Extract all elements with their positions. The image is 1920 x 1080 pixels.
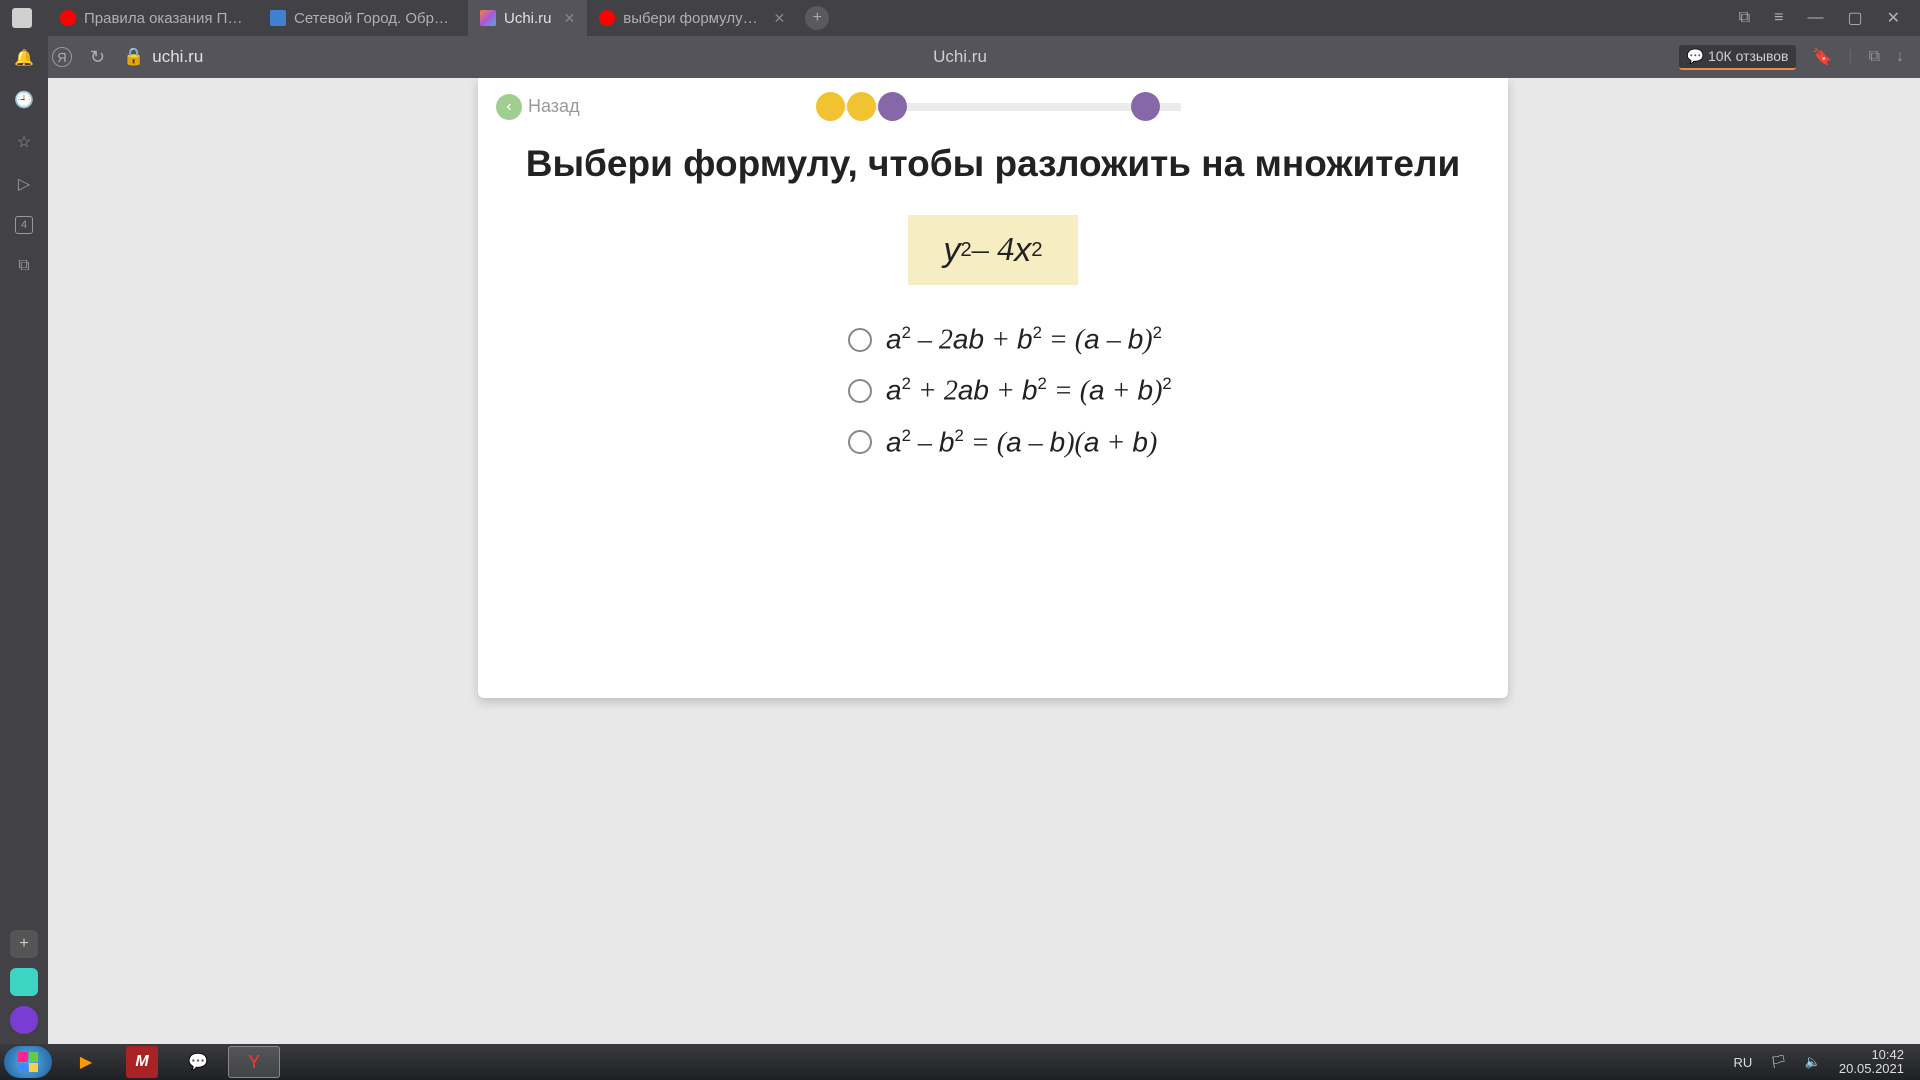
history-icon[interactable]: 🕘 bbox=[14, 90, 34, 110]
close-tab-icon[interactable]: ✕ bbox=[564, 10, 576, 27]
new-tab-button[interactable]: + bbox=[805, 6, 829, 30]
clock[interactable]: 10:42 20.05.2021 bbox=[1839, 1048, 1904, 1077]
extensions-icon[interactable]: ⧉ bbox=[1739, 9, 1750, 27]
taskbar: ▶ M 💬 Y RU 🏳 🔈 10:42 20.05.2021 bbox=[0, 1044, 1920, 1080]
close-tab-icon[interactable]: ✕ bbox=[774, 10, 786, 27]
back-button[interactable]: ‹ Назад bbox=[496, 94, 580, 120]
browser-sidebar: 🔔 🕘 ☆ ▷ 4 ⧉ + bbox=[0, 36, 48, 1052]
tab-2-active[interactable]: Uchi.ru ✕ bbox=[468, 0, 587, 36]
tab-strip: Правила оказания ПП. — Сетевой Город. Об… bbox=[0, 0, 1920, 36]
copy-icon[interactable]: ⧉ bbox=[14, 256, 34, 276]
favicon-icon bbox=[270, 10, 286, 26]
profile-icon[interactable] bbox=[12, 8, 32, 28]
system-tray: RU 🏳 🔈 10:42 20.05.2021 bbox=[1733, 1048, 1916, 1077]
chevron-left-icon: ‹ bbox=[496, 94, 522, 120]
url-box[interactable]: 🔒 uchi.ru bbox=[123, 47, 203, 67]
favicon-icon bbox=[599, 10, 615, 26]
option-label: a2 + 2ab + b2 = (a + b)2 bbox=[886, 374, 1172, 407]
option-label: a2 – 2ab + b2 = (a – b)2 bbox=[886, 323, 1162, 356]
start-button[interactable] bbox=[4, 1046, 52, 1078]
reviews-badge[interactable]: 💬 10К отзывов bbox=[1679, 45, 1797, 70]
downloads-icon[interactable]: ↓ bbox=[1896, 48, 1904, 66]
windows-logo-icon bbox=[18, 1052, 38, 1072]
collections-icon[interactable]: 4 bbox=[15, 216, 33, 234]
tab-0[interactable]: Правила оказания ПП. — bbox=[48, 0, 258, 36]
taskbar-discord[interactable]: 💬 bbox=[172, 1046, 224, 1078]
reload-icon[interactable]: ↻ bbox=[90, 47, 105, 68]
tab-label: Uchi.ru bbox=[504, 10, 552, 27]
sidebar-toggle-icon[interactable]: ⧉ bbox=[1869, 48, 1880, 66]
option-2[interactable]: a2 + 2ab + b2 = (a + b)2 bbox=[848, 374, 1172, 407]
tab-label: выбери формулу чтоб bbox=[623, 10, 761, 27]
lang-indicator[interactable]: RU bbox=[1733, 1055, 1752, 1070]
taskbar-media-player[interactable]: ▶ bbox=[60, 1046, 112, 1078]
bookmark-icon[interactable]: 🔖 bbox=[1812, 47, 1832, 67]
url-text: uchi.ru bbox=[152, 47, 203, 67]
favorites-icon[interactable]: ☆ bbox=[14, 132, 34, 152]
progress-dot-2 bbox=[847, 92, 876, 121]
page-content: ‹ Назад Выбери формулу, чтобы разложить … bbox=[48, 78, 1920, 1044]
lesson-card: ‹ Назад Выбери формулу, чтобы разложить … bbox=[478, 78, 1508, 698]
taskbar-apps: ▶ M 💬 Y bbox=[60, 1046, 280, 1078]
add-panel-icon[interactable]: + bbox=[10, 930, 38, 958]
progress-indicator bbox=[816, 92, 1160, 121]
time-text: 10:42 bbox=[1839, 1048, 1904, 1062]
yandex-music-icon[interactable] bbox=[10, 968, 38, 996]
tray-flag-icon[interactable]: 🏳 bbox=[1770, 1054, 1787, 1070]
play-icon[interactable]: ▷ bbox=[14, 174, 34, 194]
radio-icon bbox=[848, 379, 872, 403]
tab-label: Правила оказания ПП. — bbox=[84, 10, 246, 27]
close-window-icon[interactable]: ✕ bbox=[1887, 8, 1900, 28]
expression-box: y2 – 4x2 bbox=[908, 215, 1078, 285]
option-label: a2 – b2 = (a – b)(a + b) bbox=[886, 426, 1157, 459]
back-label: Назад bbox=[528, 96, 580, 117]
address-right: 💬 10К отзывов 🔖 | ⧉ ↓ bbox=[1679, 45, 1904, 70]
address-bar: ← Я ↻ 🔒 uchi.ru Uchi.ru 💬 10К отзывов 🔖 … bbox=[0, 36, 1920, 78]
window-controls: ⧉ ≡ — ▢ ✕ bbox=[1739, 8, 1912, 28]
menu-icon[interactable]: ≡ bbox=[1774, 9, 1783, 27]
question-title: Выбери формулу, чтобы разложить на множи… bbox=[478, 143, 1508, 185]
progress-dot-3 bbox=[878, 92, 907, 121]
tab-3[interactable]: выбери формулу чтоб ✕ bbox=[587, 0, 797, 36]
maximize-icon[interactable]: ▢ bbox=[1847, 8, 1862, 28]
tab-1[interactable]: Сетевой Город. Образова bbox=[258, 0, 468, 36]
page-title: Uchi.ru bbox=[933, 47, 987, 67]
chat-icon: 💬 bbox=[1687, 48, 1704, 65]
date-text: 20.05.2021 bbox=[1839, 1062, 1904, 1076]
notifications-icon[interactable]: 🔔 bbox=[14, 48, 34, 68]
yandex-icon[interactable]: Я bbox=[52, 47, 72, 67]
tab-label: Сетевой Город. Образова bbox=[294, 10, 456, 27]
radio-icon bbox=[848, 328, 872, 352]
minimize-icon[interactable]: — bbox=[1807, 9, 1823, 27]
reviews-text: 10К отзывов bbox=[1708, 48, 1789, 64]
progress-dot-4 bbox=[1131, 92, 1160, 121]
favicon-icon bbox=[60, 10, 76, 26]
separator: | bbox=[1848, 48, 1852, 66]
taskbar-yandex-browser[interactable]: Y bbox=[228, 1046, 280, 1078]
tray-sound-icon[interactable]: 🔈 bbox=[1805, 1054, 1821, 1070]
lock-icon: 🔒 bbox=[123, 47, 144, 67]
options-list: a2 – 2ab + b2 = (a – b)2 a2 + 2ab + b2 =… bbox=[478, 323, 1508, 459]
alice-icon[interactable] bbox=[10, 1006, 38, 1034]
option-1[interactable]: a2 – 2ab + b2 = (a – b)2 bbox=[848, 323, 1162, 356]
option-3[interactable]: a2 – b2 = (a – b)(a + b) bbox=[848, 426, 1157, 459]
taskbar-app-m[interactable]: M bbox=[126, 1046, 158, 1078]
radio-icon bbox=[848, 430, 872, 454]
favicon-icon bbox=[480, 10, 496, 26]
progress-dot-1 bbox=[816, 92, 845, 121]
card-header: ‹ Назад bbox=[478, 78, 1508, 121]
